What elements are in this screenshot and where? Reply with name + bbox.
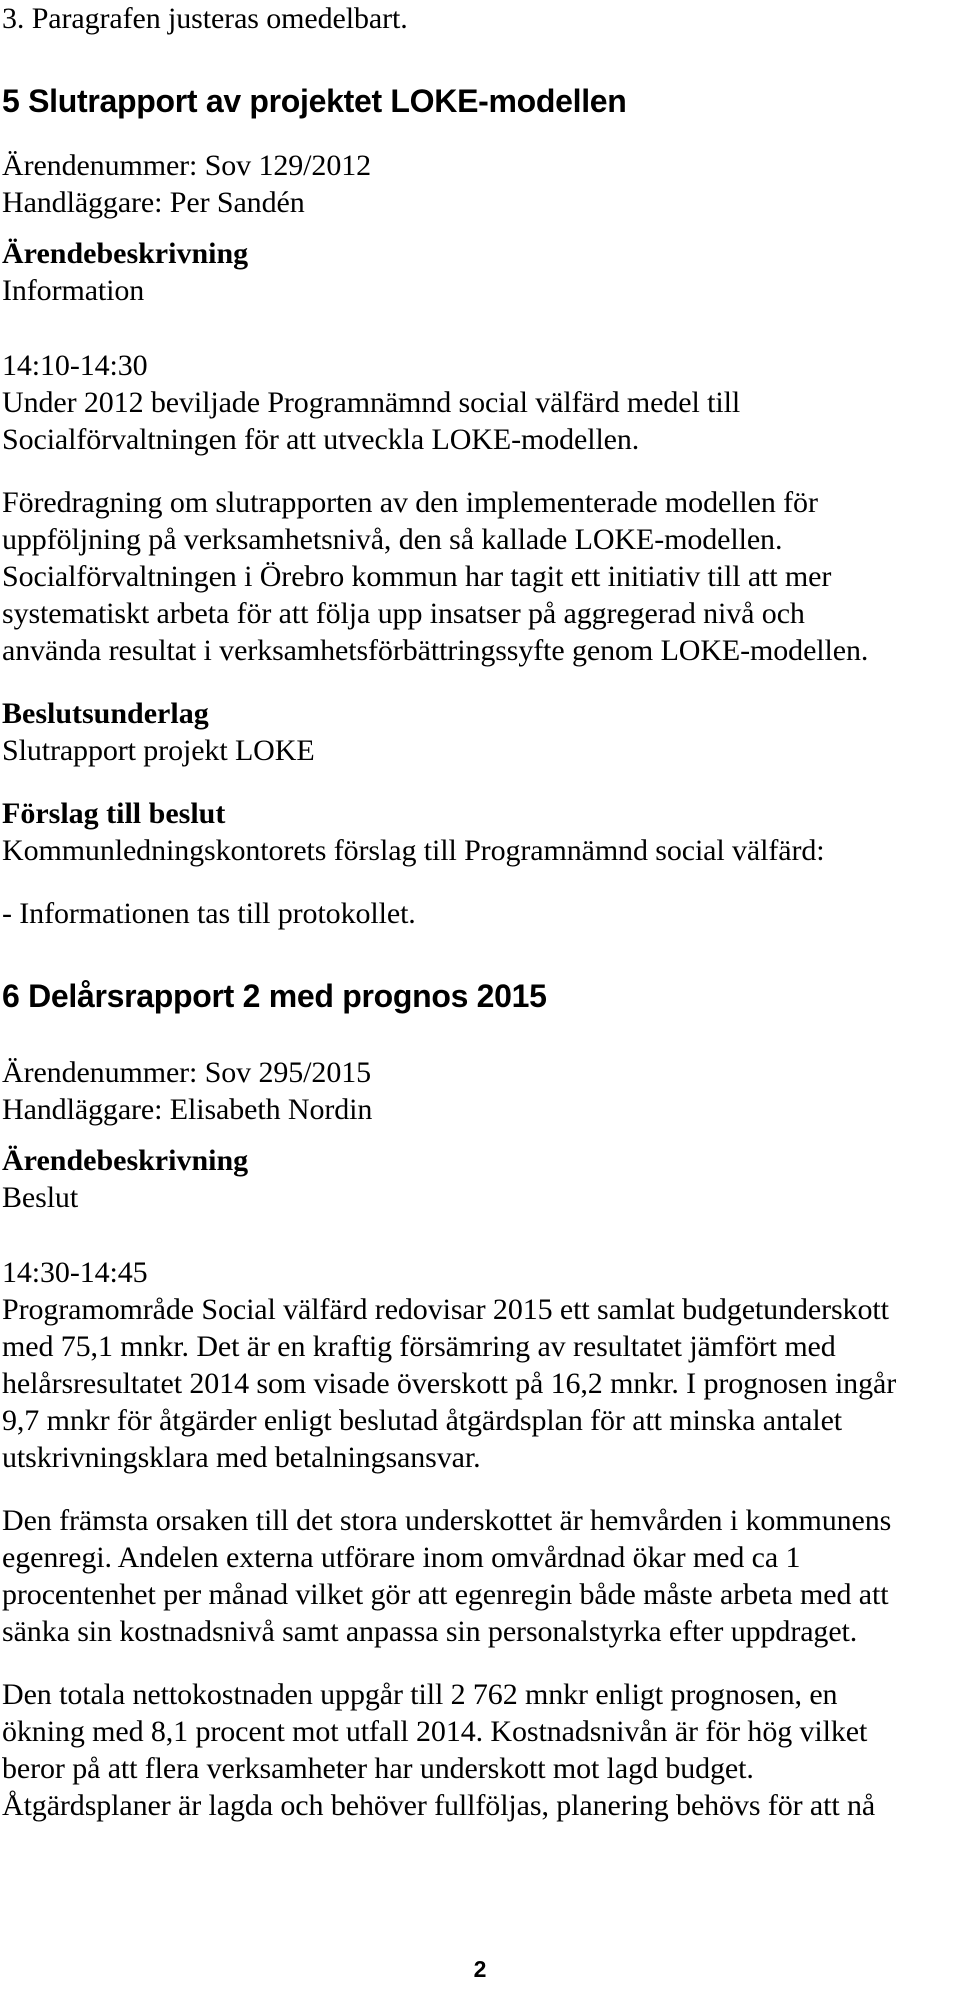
proposal-intro-5: Kommunledningskontorets förslag till Pro… xyxy=(2,834,825,867)
body-paragraph-5-1: Under 2012 beviljade Programnämnd social… xyxy=(2,386,741,456)
description-label-6: Ärendebeskrivning xyxy=(2,1144,249,1177)
body-paragraph-6-1: Programområde Social välfärd redovisar 2… xyxy=(2,1293,897,1474)
body-paragraph-6-2: Den främsta orsaken till det stora under… xyxy=(2,1504,892,1648)
description-type-6: Beslut xyxy=(2,1181,79,1214)
proposal-label-5: Förslag till beslut xyxy=(2,797,226,830)
handler-6: Handläggare: Elisabeth Nordin xyxy=(2,1093,373,1126)
basis-text-5: Slutrapport projekt LOKE xyxy=(2,734,315,767)
body-paragraph-6-3: Den totala nettokostnaden uppgår till 2 … xyxy=(2,1678,876,1822)
document-page: 3. Paragrafen justeras omedelbart. 5 Slu… xyxy=(0,0,960,1996)
case-number-6: Ärendenummer: Sov 295/2015 xyxy=(2,1056,372,1089)
case-number-5: Ärendenummer: Sov 129/2012 xyxy=(2,149,372,182)
handler-5: Handläggare: Per Sandén xyxy=(2,186,305,219)
page-number: 2 xyxy=(473,1956,487,1982)
basis-label-5: Beslutsunderlag xyxy=(2,697,209,730)
page-footer: 2 xyxy=(0,1956,960,1982)
continuation-line: 3. Paragrafen justeras omedelbart. xyxy=(2,2,408,35)
description-label-5: Ärendebeskrivning xyxy=(2,237,249,270)
time-6: 14:30-14:45 xyxy=(2,1256,148,1289)
description-type-5: Information xyxy=(2,274,145,307)
item-heading-6: 6 Delårsrapport 2 med prognos 2015 xyxy=(2,978,547,1014)
time-5: 14:10-14:30 xyxy=(2,349,148,382)
item-heading-5: 5 Slutrapport av projektet LOKE-modellen xyxy=(2,83,627,119)
body-paragraph-5-2: Föredragning om slutrapporten av den imp… xyxy=(2,486,869,667)
proposal-point-5-1: - Informationen tas till protokollet. xyxy=(2,897,416,930)
